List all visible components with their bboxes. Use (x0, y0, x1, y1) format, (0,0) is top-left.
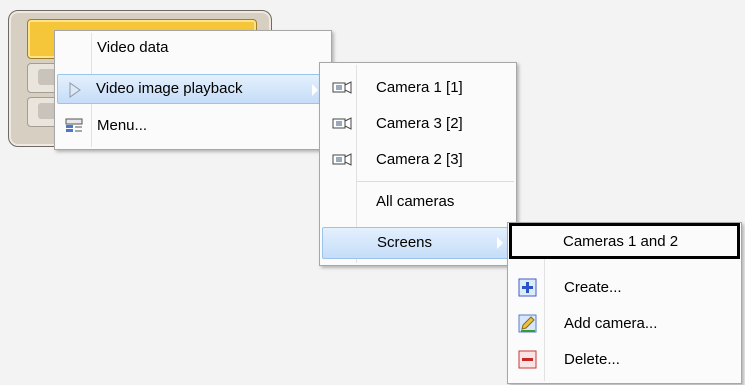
menu-item-label: Camera 2 [3] (376, 151, 463, 168)
cameras-submenu: Camera 1 [1] Camera 3 [2] Camera 2 [3] A… (319, 62, 517, 266)
minus-icon (518, 350, 537, 369)
submenu-arrow-icon (312, 84, 318, 96)
menu-item-screens[interactable]: Screens (322, 227, 514, 259)
menu-item-video-data[interactable]: Video data (57, 33, 329, 63)
context-menu: Video data Video image playback Menu... (54, 30, 332, 150)
menu-item-label: Menu... (97, 117, 148, 134)
edit-icon (518, 314, 537, 333)
menu-separator (356, 181, 514, 182)
menu-item-camera-2[interactable]: Camera 2 [3] (322, 145, 514, 175)
menu-item-video-image-playback[interactable]: Video image playback (57, 74, 329, 104)
menu-item-label: Cameras 1 and 2 (563, 233, 679, 250)
menu-item-cameras-1-and-2[interactable]: Cameras 1 and 2 (509, 223, 740, 259)
submenu-arrow-icon (497, 237, 503, 249)
menu-item-label: Camera 1 [1] (376, 79, 463, 96)
camera-icon (332, 153, 352, 166)
menu-item-label: All cameras (376, 193, 455, 210)
screens-submenu: Cameras 1 and 2 Create... Add camera... … (507, 222, 742, 384)
menu-item-menu[interactable]: Menu... (57, 111, 329, 141)
menu-item-label: Screens (377, 234, 433, 251)
menu-item-add-camera[interactable]: Add camera... (510, 309, 739, 339)
camera-icon (332, 117, 352, 130)
menu-item-create[interactable]: Create... (510, 273, 739, 303)
menu-item-camera-1[interactable]: Camera 1 [1] (322, 73, 514, 103)
menu-item-label: Create... (564, 279, 622, 296)
menu-item-label: Add camera... (564, 315, 658, 332)
menu-item-label: Delete... (564, 351, 620, 368)
menu-item-label: Camera 3 [2] (376, 115, 463, 132)
play-icon (69, 82, 81, 98)
menu-item-label: Video data (97, 39, 169, 56)
menu-item-all-cameras[interactable]: All cameras (322, 187, 514, 217)
menu-item-delete[interactable]: Delete... (510, 345, 739, 375)
menu-item-label: Video image playback (96, 80, 243, 97)
menu-icon (65, 118, 83, 132)
plus-icon (518, 278, 537, 297)
camera-icon (332, 81, 352, 94)
menu-item-camera-3[interactable]: Camera 3 [2] (322, 109, 514, 139)
